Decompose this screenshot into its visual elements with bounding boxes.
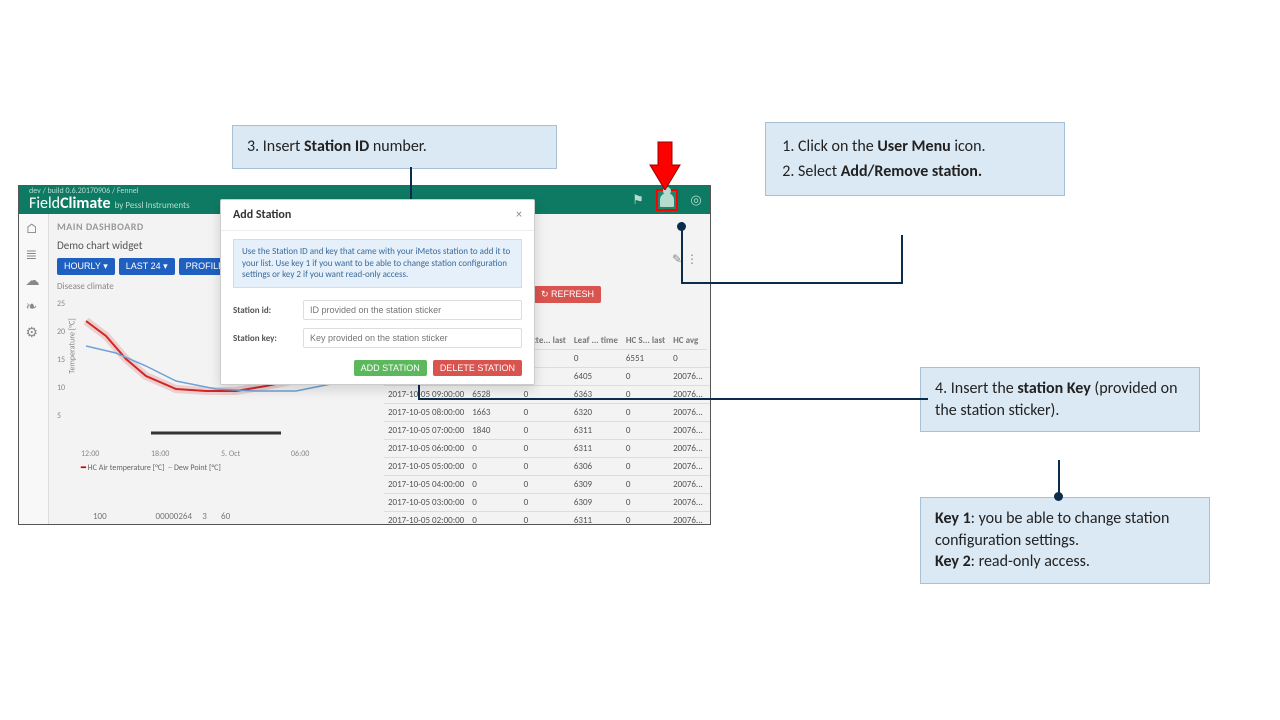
y-tick: 25 — [57, 299, 65, 309]
connector-dot — [1054, 492, 1063, 501]
red-arrow-icon — [645, 140, 685, 190]
y-axis-label: Temperature [°C] — [68, 318, 78, 373]
table-row: 2017-10-05 06:00:00006311020076...9.0 — [384, 440, 711, 458]
y-tick: 10 — [57, 383, 65, 393]
modal-title: Add Station — [233, 208, 291, 222]
add-station-modal: Add Station × Use the Station ID and key… — [220, 199, 535, 385]
breadcrumb: dev / build 0.6.20170906 / Fennel — [29, 186, 139, 196]
text: number. — [369, 137, 427, 156]
refresh-button[interactable]: ↻ REFRESH — [534, 286, 601, 303]
table-row: 2017-10-05 08:00:00166306320020076...11 — [384, 404, 711, 422]
modal-info: Use the Station ID and key that came wit… — [233, 239, 522, 288]
hourly-button[interactable]: HOURLY — [57, 258, 115, 275]
nav-icon[interactable]: ≣ — [26, 246, 42, 262]
station-key-input[interactable] — [303, 328, 522, 348]
chart-legend: ━ HC Air temperature [°C] ─ Dew Point [°… — [81, 463, 221, 473]
step-1: Click on the User Menu icon. — [798, 136, 1050, 158]
x-tick: 12:00 — [81, 449, 99, 459]
y-tick: 15 — [57, 355, 65, 365]
y-tick: 5 — [57, 411, 61, 421]
connector — [681, 282, 903, 284]
close-icon[interactable]: × — [516, 208, 522, 222]
connector — [681, 222, 683, 284]
connector — [418, 398, 928, 400]
table-row: 2017-10-05 02:00:00006311020076...9.0 — [384, 512, 711, 526]
station-id-label: Station id: — [233, 305, 293, 316]
text-bold: Station ID — [304, 137, 369, 156]
user-menu-button[interactable] — [656, 189, 678, 211]
table-row: 2017-10-05 03:00:00006309020076...9.6 — [384, 494, 711, 512]
table-row: 2017-10-05 09:00:00652806363020076...14 — [384, 386, 711, 404]
station-id-input[interactable] — [303, 300, 522, 320]
x-tick: 06:00 — [291, 449, 309, 459]
flag-icon[interactable]: ⚑ — [630, 192, 646, 208]
callout-step-3: 3. Insert Station ID number. — [232, 125, 557, 169]
brand-logo: FieldClimate by Pessl Instruments — [29, 194, 190, 213]
y-tick: 20 — [57, 327, 65, 337]
home-icon[interactable]: ⌂ — [26, 220, 42, 236]
screenshot-panel: dev / build 0.6.20170906 / Fennel FieldC… — [18, 185, 711, 525]
delete-station-button[interactable]: DELETE STATION — [433, 360, 522, 376]
last24-button[interactable]: LAST 24 — [119, 258, 175, 275]
station-key-label: Station key: — [233, 333, 293, 344]
x-tick: 18:00 — [151, 449, 169, 459]
text: 3. Insert — [247, 137, 304, 156]
step-2: Select Add/Remove station. — [798, 161, 1050, 183]
gear-icon[interactable]: ⚙ — [26, 324, 42, 340]
table-row: 2017-10-05 04:00:00006309020076...9.5 — [384, 476, 711, 494]
table-row: 2017-10-05 07:00:00184006311020076...8.8 — [384, 422, 711, 440]
add-station-button[interactable]: ADD STATION — [354, 360, 427, 376]
cloud-icon[interactable]: ☁ — [26, 272, 42, 288]
col-header: HC avg — [669, 332, 707, 350]
callout-step-4: 4. Insert the station Key (provided on t… — [920, 367, 1200, 432]
table-row: 2017-10-05 05:00:00006306020076...9.0 — [384, 458, 711, 476]
x-tick: 5. Oct — [221, 449, 240, 459]
callout-keys: Key 1: you be able to change station con… — [920, 497, 1210, 584]
callout-steps-1-2: Click on the User Menu icon. Select Add/… — [765, 122, 1065, 196]
col-header: HC S... last — [622, 332, 669, 350]
col-header: Leaf ... time — [570, 332, 622, 350]
user-icon — [660, 193, 674, 207]
connector-dot — [677, 222, 686, 231]
sidebar: ⌂ ≣ ☁ ❧ ⚙ — [19, 214, 49, 524]
leaf-icon[interactable]: ❧ — [26, 298, 42, 314]
connector — [901, 235, 903, 284]
footer-fragment: 100 00000264 3 60 — [93, 511, 230, 522]
broadcast-icon[interactable]: ◎ — [688, 192, 704, 208]
more-icon[interactable]: ⋮ — [686, 252, 698, 267]
